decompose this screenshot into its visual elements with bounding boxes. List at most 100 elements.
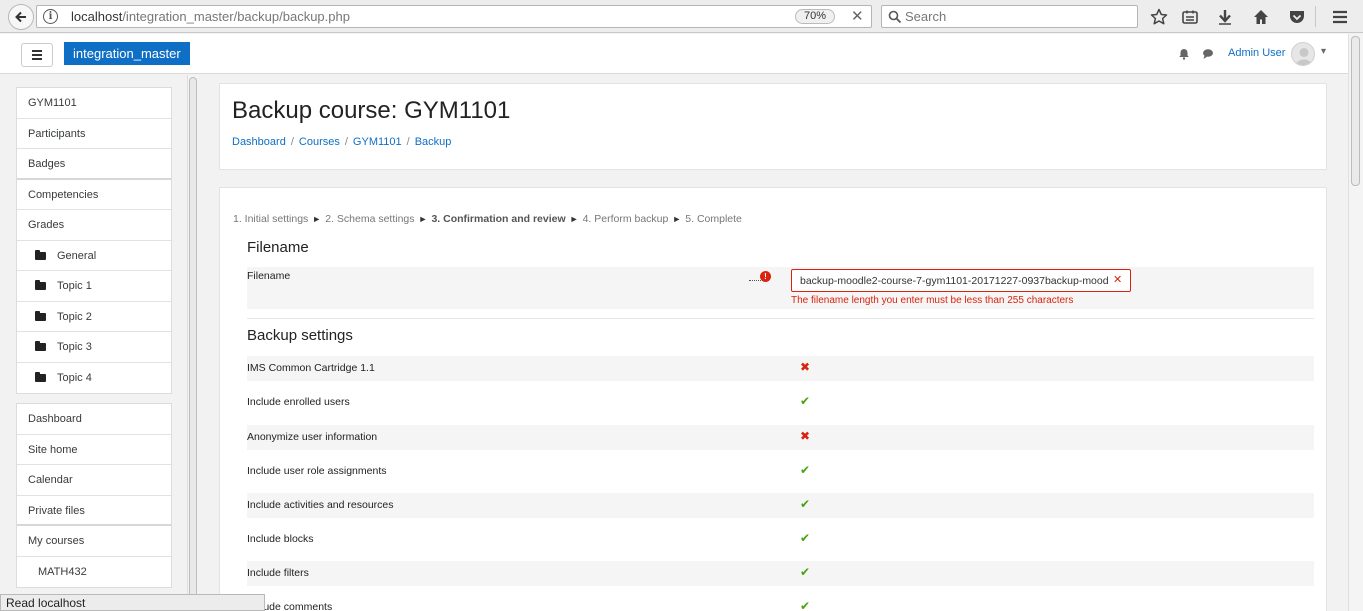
step-arrow-icon: ►	[312, 214, 322, 224]
drawer-section-general[interactable]: General	[17, 241, 171, 271]
filename-error-message: The filename length you enter must be le…	[791, 295, 1074, 306]
page-title: Backup course: GYM1101	[232, 97, 511, 124]
breadcrumb-course[interactable]: GYM1101	[353, 136, 402, 148]
setting-row-anonymize: Anonymize user information ✖	[247, 425, 1314, 450]
drawer-section-topic-4[interactable]: Topic 4	[17, 363, 171, 394]
folder-icon	[35, 249, 46, 260]
search-input[interactable]	[905, 6, 1133, 27]
setting-row-role-assignments: Include user role assignments ✔	[247, 459, 1314, 484]
url-path: /integration_master/backup/backup.php	[122, 9, 350, 24]
setting-row-comments: Include comments ✔	[247, 595, 1314, 611]
drawer-item-private-files[interactable]: Private files	[17, 496, 171, 526]
drawer-item-calendar[interactable]: Calendar	[17, 465, 171, 496]
check-icon: ✔	[800, 463, 811, 477]
drawer-item-course[interactable]: GYM1101	[17, 88, 171, 119]
setting-row-ims-cartridge: IMS Common Cartridge 1.1 ✖	[247, 356, 1314, 381]
drawer-section-topic-3[interactable]: Topic 3	[17, 332, 171, 363]
setting-row-enrolled-users: Include enrolled users ✔	[247, 390, 1314, 415]
setting-row-blocks: Include blocks ✔	[247, 527, 1314, 552]
nav-drawer: GYM1101 Participants Badges Competencies…	[0, 75, 198, 611]
drawer-section-label: Topic 2	[57, 310, 92, 323]
drawer-section-topic-2[interactable]: Topic 2	[17, 302, 171, 332]
check-icon: ✔	[800, 497, 811, 511]
pocket-icon[interactable]	[1287, 7, 1307, 27]
site-name-link[interactable]: integration_master	[64, 42, 190, 65]
drawer-item-course-math432[interactable]: MATH432	[17, 557, 171, 588]
drawer-item-my-courses[interactable]: My courses	[17, 526, 171, 557]
section-divider	[247, 318, 1314, 319]
zoom-indicator[interactable]: 70%	[795, 9, 836, 24]
step-4: 4. Perform backup	[582, 213, 669, 225]
url-host: localhost	[71, 9, 123, 24]
drawer-section-topic-1[interactable]: Topic 1	[17, 271, 171, 302]
drawer-item-site-home[interactable]: Site home	[17, 435, 171, 465]
filename-field-row: Filename ! ✕ The filename length you ent…	[247, 267, 1314, 309]
url-text[interactable]: localhost/integration_master/backup/back…	[71, 9, 350, 24]
breadcrumb-courses[interactable]: Courses	[299, 136, 340, 148]
site-info-icon[interactable]: i	[43, 9, 58, 24]
setting-row-activities: Include activities and resources ✔	[247, 493, 1314, 518]
setting-label: Include activities and resources	[247, 499, 394, 511]
drawer-section-label: General	[57, 249, 97, 262]
drawer-item-dashboard[interactable]: Dashboard	[17, 404, 171, 435]
cross-icon: ✖	[800, 429, 811, 443]
drawer-item-grades[interactable]: Grades	[17, 210, 171, 241]
folder-icon	[35, 341, 46, 351]
breadcrumb-backup[interactable]: Backup	[415, 136, 452, 148]
check-icon: ✔	[800, 531, 811, 545]
setting-label: Anonymize user information	[247, 431, 378, 443]
course-nav-block: GYM1101 Participants Badges Competencies…	[16, 87, 172, 394]
site-nav-block: Dashboard Site home Calendar Private fil…	[16, 403, 172, 588]
step-arrow-icon: ►	[418, 214, 428, 224]
site-navbar: integration_master Admin User ▾	[0, 34, 1348, 74]
setting-label: Include blocks	[247, 533, 314, 545]
error-alert-icon: !	[760, 271, 771, 282]
breadcrumb: Dashboard / Courses / GYM1101 / Backup	[232, 136, 451, 148]
step-arrow-icon: ►	[569, 214, 579, 224]
setting-label: IMS Common Cartridge 1.1	[247, 362, 375, 374]
close-icon[interactable]: ✕	[851, 7, 864, 25]
drawer-item-badges[interactable]: Badges	[17, 149, 171, 180]
user-menu-name[interactable]: Admin User	[1228, 47, 1285, 59]
drawer-scrollbar[interactable]	[187, 75, 198, 611]
messages-chat-icon[interactable]	[1202, 47, 1214, 65]
reading-list-icon[interactable]	[1180, 7, 1200, 27]
download-icon[interactable]	[1215, 7, 1235, 27]
step-1: 1. Initial settings	[233, 213, 309, 225]
check-icon: ✔	[800, 565, 811, 579]
folder-icon	[35, 371, 46, 382]
step-5: 5. Complete	[685, 213, 742, 225]
invalid-x-icon: ✕	[1113, 274, 1123, 286]
breadcrumb-separator: /	[406, 136, 410, 148]
drawer-item-competencies[interactable]: Competencies	[17, 180, 171, 210]
home-icon[interactable]	[1251, 7, 1271, 27]
chevron-down-icon[interactable]: ▾	[1321, 46, 1326, 57]
drawer-toggle-button[interactable]	[21, 43, 53, 67]
breadcrumb-dashboard[interactable]: Dashboard	[232, 136, 286, 148]
scrollbar-thumb[interactable]	[189, 77, 197, 608]
avatar[interactable]	[1291, 42, 1315, 66]
setting-label: Include enrolled users	[247, 396, 350, 408]
filename-input[interactable]	[791, 269, 1131, 292]
drawer-item-participants[interactable]: Participants	[17, 119, 171, 149]
setting-row-filters: Include filters ✔	[247, 561, 1314, 586]
folder-icon	[35, 310, 46, 321]
browser-search[interactable]	[881, 5, 1138, 28]
check-icon: ✔	[800, 599, 811, 611]
drawer-section-label: Topic 3	[57, 341, 92, 353]
search-icon	[888, 10, 902, 24]
page-header: Backup course: GYM1101 Dashboard / Courses…	[219, 83, 1327, 170]
breadcrumb-separator: /	[290, 136, 294, 148]
back-button[interactable]	[8, 4, 34, 30]
scrollbar-thumb[interactable]	[1351, 36, 1360, 186]
step-arrow-icon: ►	[672, 214, 682, 224]
browser-status-bar: Read localhost	[0, 594, 265, 611]
bookmark-star-icon[interactable]	[1149, 7, 1169, 27]
cross-icon: ✖	[800, 360, 811, 374]
menu-icon[interactable]	[1330, 7, 1350, 27]
toolbar-separator	[1315, 6, 1316, 27]
notifications-bell-icon[interactable]	[1178, 47, 1190, 65]
drawer-section-label: Topic 4	[57, 371, 92, 384]
page-scrollbar[interactable]	[1348, 34, 1363, 611]
address-bar[interactable]: i localhost/integration_master/backup/ba…	[36, 5, 872, 28]
